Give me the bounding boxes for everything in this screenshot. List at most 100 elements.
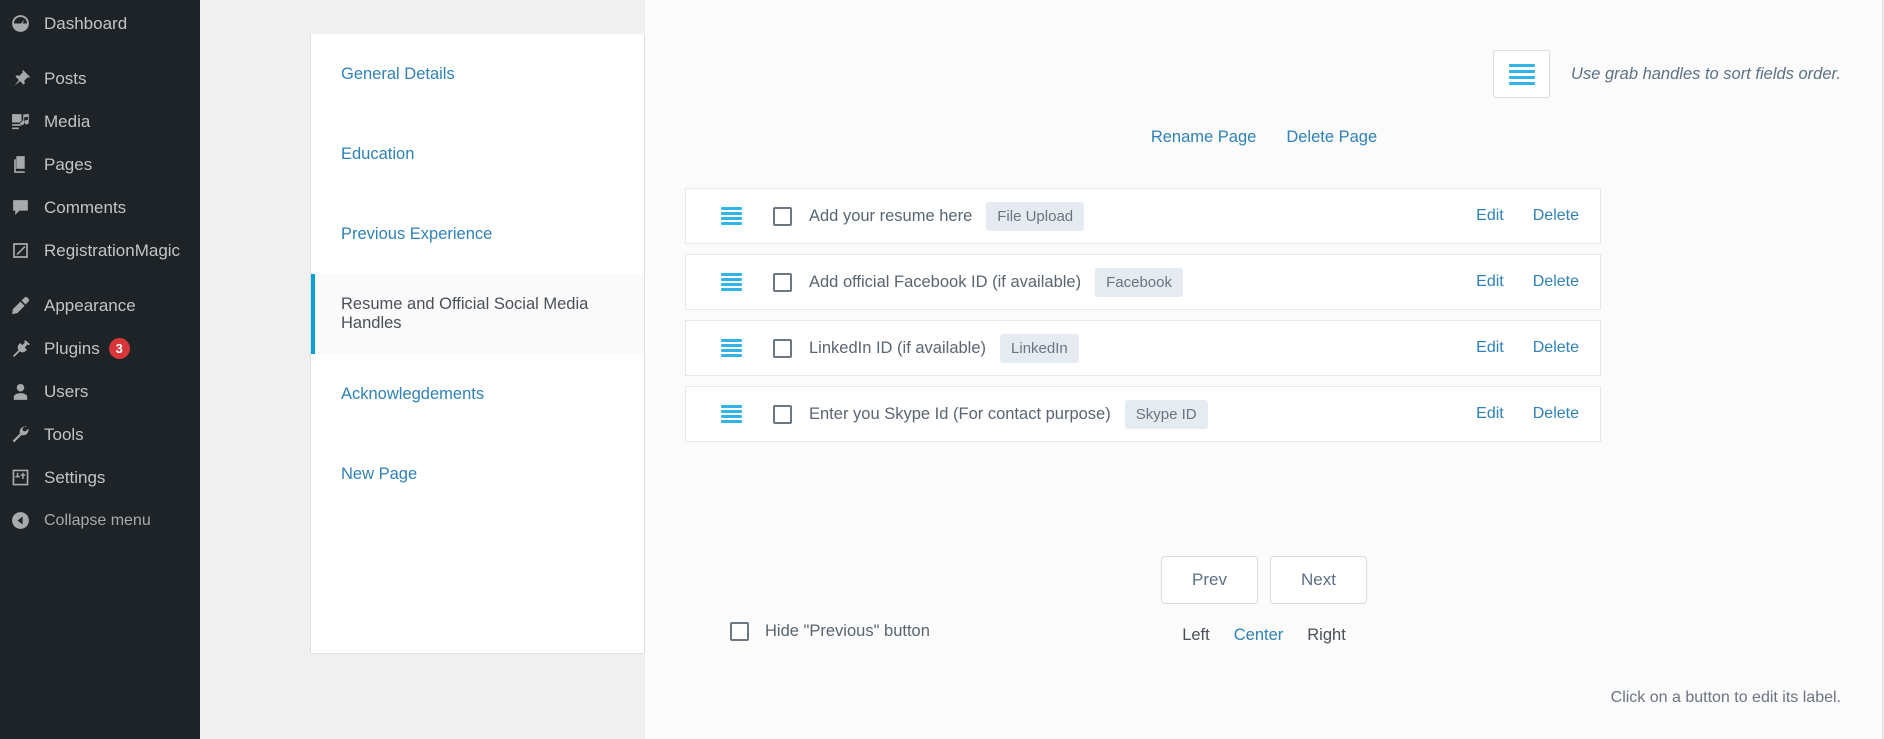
- sidebar-item-registrationmagic[interactable]: RegistrationMagic: [0, 229, 200, 272]
- form-page-list: General Details Education Previous Exper…: [310, 34, 645, 654]
- sidebar-item-label: RegistrationMagic: [44, 240, 181, 260]
- sidebar-item-label: Pages: [44, 154, 93, 174]
- sidebar-item-users[interactable]: Users: [0, 370, 200, 413]
- field-select-checkbox[interactable]: [773, 206, 792, 226]
- field-select-checkbox[interactable]: [773, 338, 792, 358]
- field-label: Enter you Skype Id (For contact purpose): [809, 404, 1111, 423]
- delete-field-link[interactable]: Delete: [1533, 405, 1579, 423]
- edit-field-link[interactable]: Edit: [1476, 273, 1504, 291]
- plugins-update-badge: 3: [108, 338, 130, 359]
- field-row[interactable]: Enter you Skype Id (For contact purpose)…: [685, 386, 1601, 442]
- field-label: LinkedIn ID (if available): [809, 338, 987, 357]
- page-list-item-label: New Page: [341, 464, 418, 483]
- next-button[interactable]: Next: [1270, 556, 1367, 604]
- field-row[interactable]: Add official Facebook ID (if available) …: [685, 254, 1601, 310]
- registrationmagic-icon: [8, 239, 32, 263]
- sidebar-item-label: Media: [44, 111, 91, 131]
- sidebar-item-pages[interactable]: Pages: [0, 143, 200, 186]
- page-list-item-general-details[interactable]: General Details: [311, 34, 644, 114]
- field-type-badge: Facebook: [1095, 267, 1183, 297]
- wrench-icon: [8, 423, 32, 447]
- sidebar-item-label: Plugins: [44, 338, 100, 358]
- align-center-option[interactable]: Center: [1234, 626, 1284, 645]
- align-left-option[interactable]: Left: [1182, 626, 1210, 645]
- comments-icon: [8, 196, 32, 220]
- field-type-badge: LinkedIn: [1000, 333, 1079, 363]
- collapse-menu-button[interactable]: Collapse menu: [0, 499, 200, 542]
- users-icon: [8, 380, 32, 404]
- sidebar-item-label: Dashboard: [44, 13, 128, 33]
- field-list: Add your resume here File Upload Edit De…: [685, 188, 1601, 452]
- page-list-item-label: Education: [341, 144, 415, 163]
- sidebar-item-label: Settings: [44, 467, 106, 487]
- field-label: Add your resume here: [809, 206, 973, 225]
- grab-handle-icon[interactable]: [721, 339, 742, 357]
- field-select-checkbox[interactable]: [773, 272, 792, 292]
- sidebar-item-label: Comments: [44, 197, 127, 217]
- sidebar-item-label: Posts: [44, 68, 87, 88]
- sidebar-item-media[interactable]: Media: [0, 100, 200, 143]
- field-row[interactable]: Add your resume here File Upload Edit De…: [685, 188, 1601, 244]
- settings-icon: [8, 466, 32, 490]
- edit-field-link[interactable]: Edit: [1476, 207, 1504, 225]
- sidebar-item-comments[interactable]: Comments: [0, 186, 200, 229]
- field-select-checkbox[interactable]: [773, 404, 792, 424]
- delete-page-link[interactable]: Delete Page: [1286, 128, 1377, 147]
- wp-admin-sidebar: Dashboard Posts Media Pages Comments Reg…: [0, 0, 200, 739]
- rename-page-link[interactable]: Rename Page: [1151, 128, 1257, 147]
- grab-handle-icon: [1508, 63, 1535, 85]
- edit-field-link[interactable]: Edit: [1476, 339, 1504, 357]
- delete-field-link[interactable]: Delete: [1533, 273, 1579, 291]
- field-actions: Edit Delete: [1476, 207, 1600, 225]
- collapse-arrow-icon: [8, 509, 32, 533]
- field-type-badge: Skype ID: [1124, 399, 1208, 429]
- main-content-area: General Details Education Previous Exper…: [200, 0, 1884, 739]
- page-list-item-new-page[interactable]: New Page: [311, 434, 644, 514]
- sidebar-divider: [0, 272, 200, 284]
- sidebar-item-label: Tools: [44, 424, 84, 444]
- field-actions: Edit Delete: [1476, 405, 1600, 423]
- sidebar-item-settings[interactable]: Settings: [0, 456, 200, 499]
- delete-field-link[interactable]: Delete: [1533, 339, 1579, 357]
- page-list-item-previous-experience[interactable]: Previous Experience: [311, 194, 644, 274]
- pages-icon: [8, 153, 32, 177]
- sidebar-divider: [0, 45, 200, 57]
- sidebar-item-posts[interactable]: Posts: [0, 57, 200, 100]
- plug-icon: [8, 337, 32, 361]
- edit-field-link[interactable]: Edit: [1476, 405, 1504, 423]
- brush-icon: [8, 294, 32, 318]
- sidebar-item-dashboard[interactable]: Dashboard: [0, 2, 200, 45]
- page-list-item-label: Acknowlegdements: [341, 384, 485, 403]
- delete-field-link[interactable]: Delete: [1533, 207, 1579, 225]
- field-row[interactable]: LinkedIn ID (if available) LinkedIn Edit…: [685, 320, 1601, 376]
- form-fields-panel: Use grab handles to sort fields order. R…: [645, 0, 1883, 739]
- field-actions: Edit Delete: [1476, 273, 1600, 291]
- grab-handle-icon[interactable]: [721, 405, 742, 423]
- prev-button[interactable]: Prev: [1161, 556, 1258, 604]
- collapse-menu-label: Collapse menu: [44, 511, 151, 529]
- grab-handle-icon[interactable]: [721, 207, 742, 225]
- page-list-item-education[interactable]: Education: [311, 114, 644, 194]
- page-list-item-acknowlegdements[interactable]: Acknowlegdements: [311, 354, 644, 434]
- button-alignment-options: Left Center Right: [645, 626, 1883, 645]
- align-right-option[interactable]: Right: [1307, 626, 1346, 645]
- media-icon: [8, 110, 32, 134]
- sort-legend: Use grab handles to sort fields order.: [1493, 50, 1841, 98]
- sidebar-item-appearance[interactable]: Appearance: [0, 284, 200, 327]
- page-list-item-resume-and-official-social-media-handles[interactable]: Resume and Official Social Media Handles: [311, 274, 644, 354]
- pin-icon: [8, 67, 32, 91]
- sidebar-item-plugins[interactable]: Plugins 3: [0, 327, 200, 370]
- page-actions: Rename Page Delete Page: [645, 128, 1883, 147]
- field-actions: Edit Delete: [1476, 339, 1600, 357]
- field-type-badge: File Upload: [986, 201, 1085, 231]
- footer-hint-text: Click on a button to edit its label.: [1610, 689, 1841, 706]
- field-label: Add official Facebook ID (if available): [809, 272, 1082, 291]
- dashboard-icon: [8, 12, 32, 36]
- grab-handle-legend-box: [1493, 50, 1551, 98]
- sort-legend-text: Use grab handles to sort fields order.: [1571, 64, 1841, 83]
- form-nav-buttons: Prev Next: [645, 556, 1883, 604]
- sidebar-item-label: Users: [44, 381, 89, 401]
- sidebar-item-tools[interactable]: Tools: [0, 413, 200, 456]
- sidebar-item-label: Appearance: [44, 295, 136, 315]
- grab-handle-icon[interactable]: [721, 273, 742, 291]
